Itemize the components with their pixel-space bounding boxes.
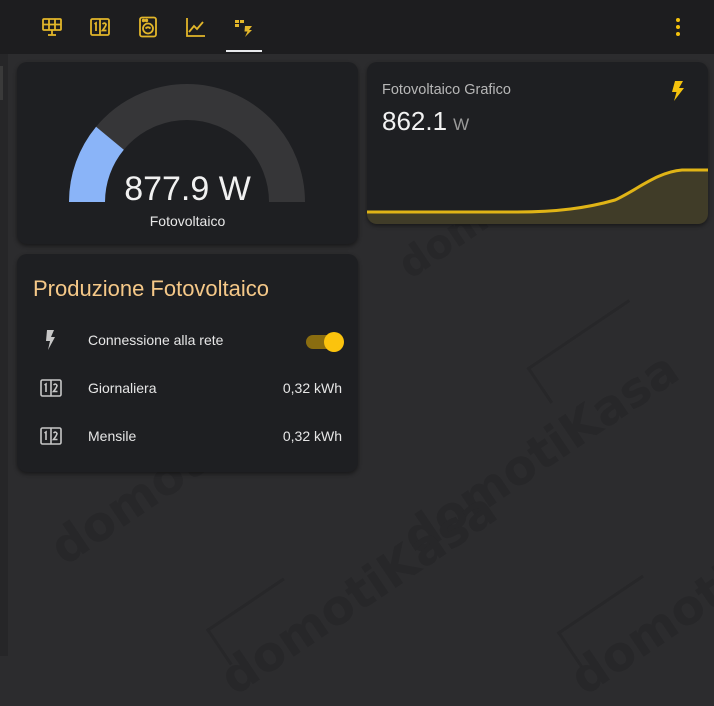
entity-row-monthly[interactable]: Mensile 0,32 kWh [33,416,342,456]
tab-chart[interactable] [172,0,220,54]
entity-row-grid-connection[interactable]: Connessione alla rete [33,320,344,360]
entity-label: Connessione alla rete [88,332,224,348]
counter-icon [90,18,110,36]
washing-machine-icon [139,16,157,38]
graph-unit: W [453,115,470,134]
counter-icon [33,378,69,398]
graph-value-number: 862.1 [382,106,448,136]
gauge-value: 877.9 W [124,170,251,208]
graph-value: 862.1 W [382,106,469,137]
watermark-roof [205,577,308,666]
watermark-text: domotiKasa [560,480,714,706]
flash-icon [672,81,684,101]
watermark-roof [526,299,653,404]
sensor-graph-card[interactable]: Fotovoltaico Grafico 862.1 W [367,62,708,224]
top-app-bar [0,0,714,54]
sparkline [367,168,708,224]
entity-value: 0,32 kWh [282,380,342,396]
gauge-card[interactable]: 877.9 W Fotovoltaico [17,62,358,244]
tab-solar-panel[interactable] [28,0,76,54]
watermark-roof [556,574,667,669]
tab-washing-machine[interactable] [124,0,172,54]
view-tabs [28,0,268,54]
gauge-label: Fotovoltaico [149,213,226,229]
sidebar-edge-marker [0,66,3,100]
watermark-text: domotiKasa [392,340,689,567]
entity-label: Mensile [88,428,137,444]
graph-title: Fotovoltaico Grafico [382,82,511,98]
entity-label: Giornaliera [88,380,157,396]
tab-counter[interactable] [76,0,124,54]
watermark-text: domotiKasa [210,480,507,706]
chart-line-icon [186,18,205,37]
production-card: Produzione Fotovoltaico Connessione alla… [17,254,358,472]
solar-power-icon [235,20,252,37]
solar-panel-icon [42,18,62,36]
entity-row-daily[interactable]: Giornaliera 0,32 kWh [33,368,342,408]
counter-icon [33,426,69,446]
flash-icon [33,329,69,351]
tab-solar-power[interactable] [220,0,268,54]
entity-value: 0,32 kWh [282,428,342,444]
dots-vertical-icon[interactable] [666,13,690,41]
sidebar-edge [0,54,8,656]
grid-connection-toggle[interactable] [306,330,344,352]
card-title: Produzione Fotovoltaico [33,276,270,301]
